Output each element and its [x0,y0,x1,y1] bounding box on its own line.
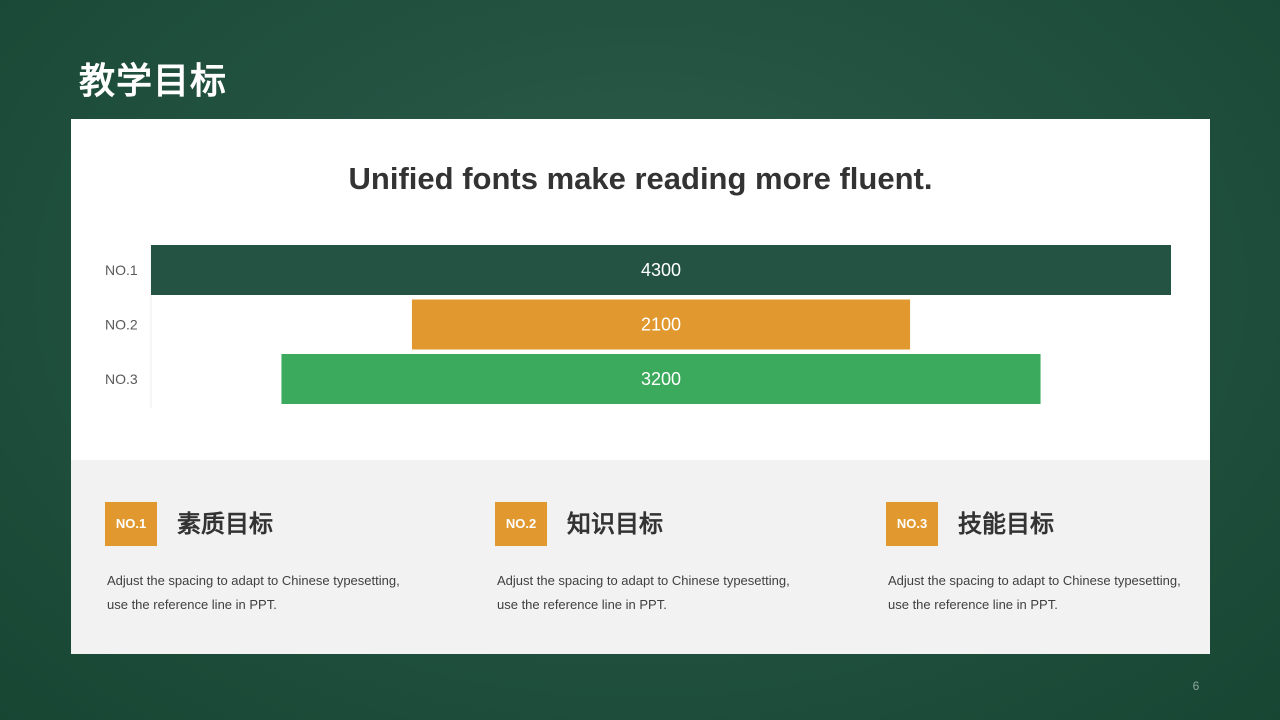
goal-title: 素质目标 [177,510,273,538]
goal-badge: NO.2 [495,502,547,546]
goal-description: Adjust the spacing to adapt to Chinese t… [497,573,790,612]
goal-title: 技能目标 [958,510,1054,538]
goal-description: Adjust the spacing to adapt to Chinese t… [888,573,1181,612]
bar-value-label-2: 2100 [641,315,681,335]
chart-area: Unified fonts make reading more fluent. … [71,119,1210,460]
funnel-bar-chart: 4300 NO.1 2100 NO.2 3200 NO.3 [105,245,1171,409]
goal-badge: NO.3 [886,502,938,546]
category-label-2: NO.2 [105,317,138,333]
bar-value-label-3: 3200 [641,369,681,389]
goal-title: 知识目标 [567,510,663,538]
goal-description: Adjust the spacing to adapt to Chinese t… [107,573,400,612]
page-number: 6 [1192,679,1200,693]
content-panel: Unified fonts make reading more fluent. … [71,119,1210,654]
goals-section: NO.1 素质目标 Adjust the spacing to adapt to… [71,460,1210,654]
goal-badge: NO.1 [105,502,157,546]
category-label-1: NO.1 [105,262,138,278]
category-label-3: NO.3 [105,371,138,387]
bar-value-label-1: 4300 [641,260,681,280]
slide-title: 教学目标 [79,61,228,102]
